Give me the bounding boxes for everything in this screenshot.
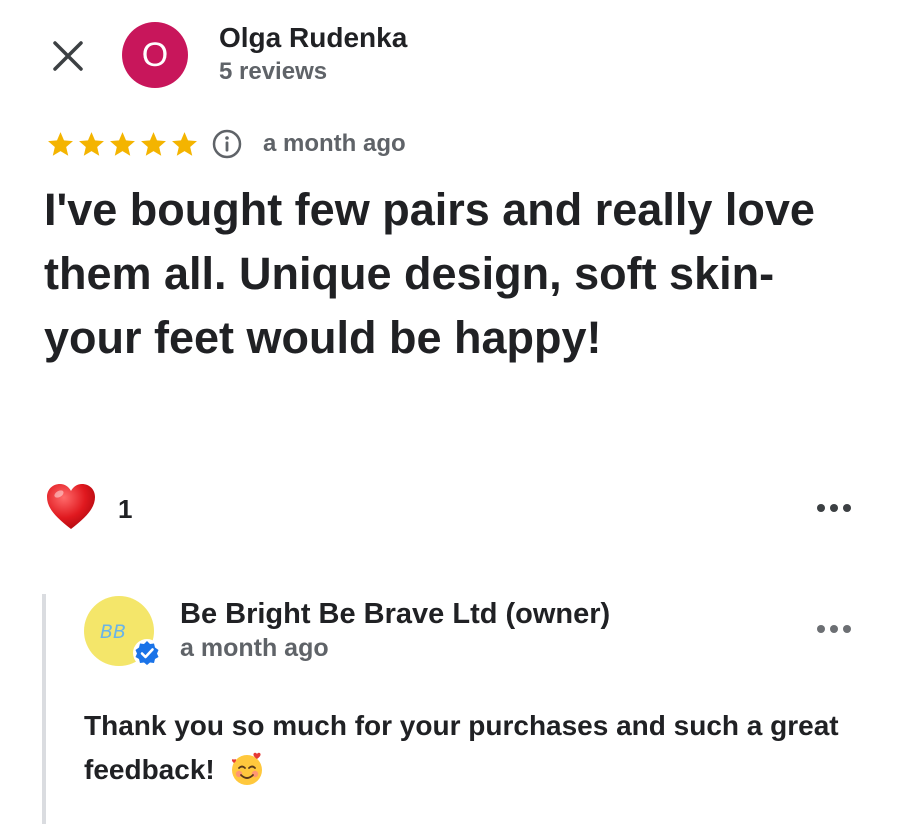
verified-badge-icon bbox=[133, 639, 161, 667]
reviewer-review-count[interactable]: 5 reviews bbox=[219, 58, 327, 86]
info-icon bbox=[212, 129, 242, 159]
heart-icon bbox=[47, 484, 95, 529]
star-icon bbox=[79, 131, 104, 156]
reply-divider bbox=[42, 594, 46, 824]
star-icon bbox=[110, 131, 135, 156]
star-icon bbox=[48, 131, 73, 156]
owner-reply-message: Thank you so much for your purchases and… bbox=[84, 710, 839, 785]
owner-reply-text: Thank you so much for your purchases and… bbox=[84, 704, 874, 792]
owner-avatar-text: BB bbox=[100, 621, 126, 643]
smiling-face-with-hearts-icon bbox=[231, 752, 262, 785]
dot bbox=[843, 504, 851, 512]
star-icon bbox=[172, 131, 197, 156]
dot bbox=[830, 625, 838, 633]
dot bbox=[817, 504, 825, 512]
owner-reply-date: a month ago bbox=[180, 634, 329, 662]
star-icon bbox=[141, 131, 166, 156]
owner-name[interactable]: Be Bright Be Brave Ltd (owner) bbox=[180, 598, 610, 631]
reviewer-initial: O bbox=[141, 35, 169, 74]
like-button[interactable] bbox=[44, 480, 98, 539]
review-more-options-button[interactable] bbox=[812, 496, 856, 520]
star-rating bbox=[46, 130, 199, 159]
reviewer-name[interactable]: Olga Rudenka bbox=[219, 22, 407, 54]
rating-row: a month ago bbox=[46, 124, 406, 164]
info-button[interactable] bbox=[211, 128, 243, 160]
reaction-count: 1 bbox=[118, 494, 133, 524]
review-date: a month ago bbox=[263, 130, 406, 157]
dot bbox=[843, 625, 851, 633]
close-button[interactable] bbox=[48, 36, 88, 76]
dot bbox=[817, 625, 825, 633]
reaction-row: 1 bbox=[44, 480, 132, 539]
close-icon bbox=[53, 41, 83, 71]
reply-more-options-button[interactable] bbox=[812, 617, 856, 641]
review-text: I've bought few pairs and really love th… bbox=[44, 184, 815, 363]
reviewer-avatar[interactable]: O bbox=[122, 22, 188, 88]
dot bbox=[830, 504, 838, 512]
